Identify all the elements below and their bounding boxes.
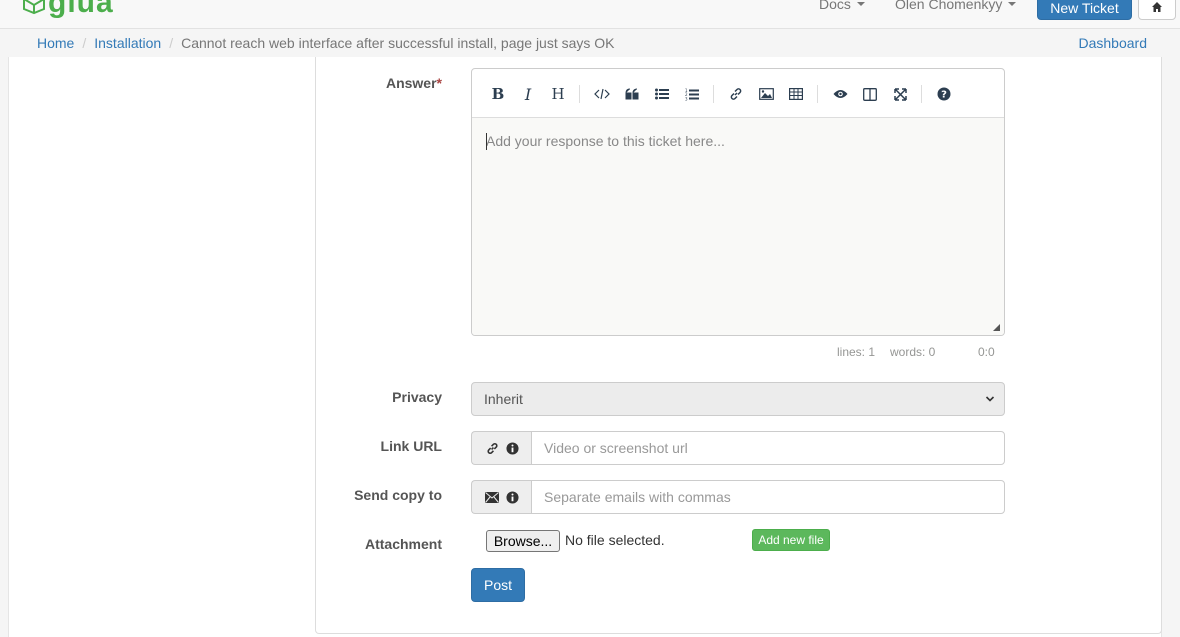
send-copy-addon — [471, 480, 532, 514]
image-button[interactable] — [753, 81, 779, 107]
no-file-text: No file selected. — [565, 532, 665, 548]
caret-down-icon — [856, 2, 865, 6]
home-button[interactable] — [1138, 0, 1176, 20]
resize-handle-icon[interactable] — [993, 324, 1000, 331]
code-button[interactable] — [589, 81, 615, 107]
attachment-label: Attachment — [364, 536, 442, 552]
link-icon — [730, 88, 742, 100]
italic-icon: I — [524, 84, 532, 104]
privacy-select[interactable]: Inherit — [471, 382, 1005, 416]
logo-icon — [23, 0, 45, 15]
table-button[interactable] — [783, 81, 809, 107]
toolbar-divider — [713, 85, 714, 103]
heading-button[interactable]: H — [545, 81, 571, 107]
link-icon — [486, 442, 498, 454]
preview-button[interactable] — [827, 81, 853, 107]
bold-button[interactable]: B — [485, 81, 511, 107]
text-cursor — [486, 133, 487, 150]
heading-icon: H — [551, 85, 565, 103]
send-copy-placeholder: Separate emails with commas — [544, 489, 731, 505]
bold-icon: B — [491, 85, 505, 103]
quote-button[interactable] — [619, 81, 645, 107]
new-ticket-button[interactable]: New Ticket — [1037, 0, 1132, 20]
privacy-label: Privacy — [392, 389, 442, 405]
side-by-side-button[interactable] — [857, 81, 883, 107]
docs-label: Docs — [819, 0, 851, 12]
code-icon — [594, 88, 610, 100]
link-url-label: Link URL — [380, 438, 442, 454]
info-icon[interactable] — [505, 441, 519, 455]
toolbar-divider — [579, 85, 580, 103]
docs-menu[interactable]: Docs — [819, 0, 865, 12]
logo[interactable]: glua — [22, 0, 114, 19]
status-lines: lines: 1 — [837, 345, 876, 359]
dashboard-link[interactable]: Dashboard — [1079, 35, 1148, 51]
link-url-input[interactable]: Video or screenshot url — [531, 431, 1005, 465]
status-cursor: 0:0 — [978, 345, 995, 359]
breadcrumb-separator: / — [82, 35, 87, 51]
markdown-editor: B I H 123 ? Add your response to this ti… — [471, 68, 1005, 336]
status-words: words: 0 — [890, 345, 936, 359]
editor-placeholder: Add your response to this ticket here... — [486, 133, 725, 149]
breadcrumb-installation[interactable]: Installation — [94, 35, 161, 51]
ordered-list-button[interactable]: 123 — [679, 81, 705, 107]
breadcrumb: Home / Installation / Cannot reach web i… — [22, 29, 1162, 57]
home-icon — [1152, 2, 1162, 12]
editor-textarea[interactable]: Add your response to this ticket here... — [472, 118, 1004, 335]
breadcrumb-home[interactable]: Home — [37, 35, 74, 51]
privacy-value: Inherit — [484, 391, 523, 407]
link-url-placeholder: Video or screenshot url — [544, 440, 688, 456]
caret-down-icon — [1008, 2, 1017, 6]
chevron-down-icon — [985, 396, 995, 402]
toolbar-divider — [921, 85, 922, 103]
quote-icon — [625, 88, 639, 100]
editor-toolbar: B I H 123 ? — [472, 69, 1004, 118]
fullscreen-button[interactable] — [887, 81, 913, 107]
link-url-addon — [471, 431, 532, 465]
browse-button[interactable]: Browse... — [486, 530, 560, 552]
image-icon — [758, 88, 774, 100]
svg-text:3: 3 — [685, 96, 688, 101]
logo-text: glua — [48, 0, 114, 19]
user-name: Olen Chomenkyy — [895, 0, 1003, 12]
preview-icon — [833, 90, 847, 98]
ordered-list-icon: 123 — [685, 88, 699, 101]
table-icon — [789, 88, 803, 100]
required-mark: * — [436, 75, 442, 91]
send-copy-input[interactable]: Separate emails with commas — [531, 480, 1005, 514]
send-copy-label: Send copy to — [354, 487, 442, 503]
fullscreen-icon — [893, 87, 907, 101]
side-by-side-icon — [863, 87, 877, 101]
add-new-file-button[interactable]: Add new file — [752, 529, 830, 551]
envelope-icon — [485, 491, 499, 503]
svg-text:?: ? — [941, 90, 947, 101]
answer-label: Answer* — [350, 75, 442, 91]
user-menu[interactable]: Olen Chomenkyy — [895, 0, 1017, 12]
guide-button[interactable]: ? — [931, 81, 957, 107]
post-button[interactable]: Post — [471, 568, 525, 602]
breadcrumb-current: Cannot reach web interface after success… — [181, 35, 615, 51]
top-navbar: glua Docs Olen Chomenkyy New Ticket — [0, 0, 1180, 29]
info-icon[interactable] — [506, 490, 519, 504]
toolbar-divider — [817, 85, 818, 103]
answer-label-text: Answer — [385, 75, 437, 91]
italic-button[interactable]: I — [515, 81, 541, 107]
guide-icon: ? — [937, 87, 951, 101]
unordered-list-button[interactable] — [649, 81, 675, 107]
breadcrumb-separator: / — [169, 35, 174, 51]
unordered-list-icon — [655, 88, 669, 100]
link-button[interactable] — [723, 81, 749, 107]
